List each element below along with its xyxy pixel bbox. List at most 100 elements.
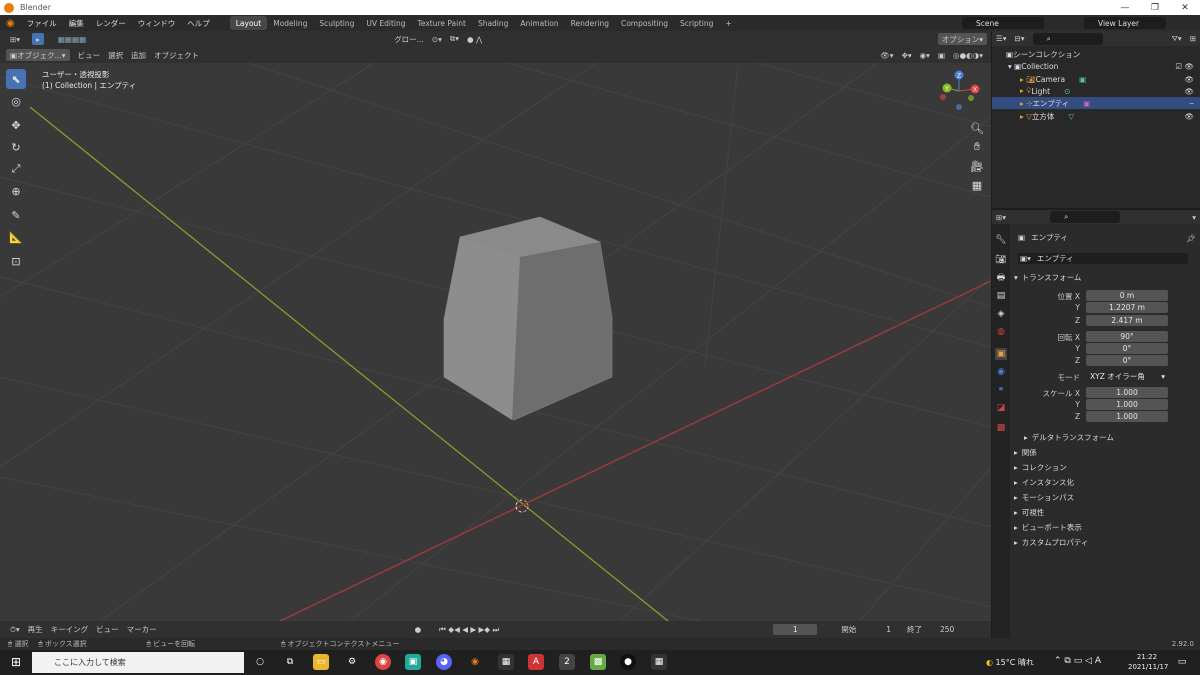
tab-rendering[interactable]: Rendering	[565, 16, 615, 30]
camera-view-icon[interactable]: 🎥︎	[968, 157, 986, 175]
panel-relations[interactable]: ▸ 関係	[1014, 447, 1037, 458]
mode-dropdown[interactable]: ▣ オブジェク... ▾	[6, 49, 70, 61]
scale-tool-icon[interactable]: ⤢	[6, 159, 26, 179]
cursor-tool-icon[interactable]: ◎	[6, 91, 26, 111]
blender-taskbar-icon[interactable]: ◉	[467, 654, 483, 670]
scene-selector[interactable]: Scene	[962, 17, 1044, 29]
options-dropdown[interactable]: オプション ▾	[937, 33, 987, 45]
visibility-icon[interactable]: 👁▾	[876, 49, 897, 61]
end-frame-value[interactable]: 250	[936, 624, 958, 636]
texture-tab-icon[interactable]: ▩	[995, 422, 1007, 434]
panel-collections[interactable]: ▸ コレクション	[1014, 462, 1067, 473]
pan-icon[interactable]: ✋︎	[968, 138, 986, 156]
properties-options-icon[interactable]: ▾	[1188, 211, 1200, 223]
outliner-item-cube[interactable]: ▸ ▽ 立方体 ▽ 👁︎	[992, 110, 1200, 122]
cortana-icon[interactable]: ○	[252, 654, 268, 670]
file-explorer-icon[interactable]: ▭	[313, 654, 329, 670]
object-data-field[interactable]: ▣▾ エンプティ	[1018, 253, 1188, 264]
menu-help[interactable]: ヘルプ	[181, 15, 216, 31]
tab-layout[interactable]: Layout	[229, 16, 268, 30]
panel-instancing[interactable]: ▸ インスタンス化	[1014, 477, 1074, 488]
rotation-x-field[interactable]: 90°	[1086, 331, 1168, 342]
tab-shading[interactable]: Shading	[472, 16, 514, 30]
tool-tab-icon[interactable]: 🔧︎	[995, 234, 1007, 246]
select-tool-icon[interactable]: ⬉	[6, 69, 26, 89]
proportional-edit-icon[interactable]: ● ⋀	[463, 33, 486, 45]
panel-custom-properties[interactable]: ▸ カスタムプロパティ	[1014, 537, 1088, 548]
outliner-search[interactable]: ⌕	[1032, 32, 1103, 45]
collection-row[interactable]: ▾ ▣ Collection ☑ 👁︎	[992, 60, 1200, 72]
viewport-menu-object[interactable]: オブジェクト	[150, 49, 203, 61]
app-icon-green[interactable]: ▣	[405, 654, 421, 670]
transform-panel-header[interactable]: ▾ トランスフォーム	[1014, 272, 1081, 283]
blender-menu-icon[interactable]: ◉	[0, 15, 21, 31]
minimize-button[interactable]: —	[1110, 0, 1140, 15]
outliner-display-mode-icon[interactable]: ⊟▾	[1011, 33, 1029, 45]
scale-z-field[interactable]: 1.000	[1086, 411, 1168, 422]
output-tab-icon[interactable]: 🖶︎	[995, 272, 1007, 284]
start-frame-value[interactable]: 1	[882, 624, 895, 636]
viewport-menu-add[interactable]: 追加	[127, 49, 150, 61]
clock[interactable]: 21:22 2021/11/17	[1128, 652, 1168, 672]
rotation-z-field[interactable]: 0°	[1086, 355, 1168, 366]
render-tab-icon[interactable]: 📷︎	[995, 254, 1007, 266]
timeline-marker[interactable]: マーカー	[123, 624, 161, 636]
app-icon-round[interactable]: ●	[620, 654, 636, 670]
delta-transform-panel[interactable]: ▸ デルタトランスフォーム	[1024, 432, 1114, 443]
viewport-menu-view[interactable]: ビュー	[74, 49, 105, 61]
rotation-y-field[interactable]: 0°	[1086, 343, 1168, 354]
tab-uv-editing[interactable]: UV Editing	[360, 16, 411, 30]
menu-render[interactable]: レンダー	[90, 15, 132, 31]
taskbar-search-input[interactable]: ここに入力して検索	[32, 652, 244, 673]
playback-controls[interactable]: ⏮ ◆◀ ◀ ▶ ▶◆ ⏭	[435, 624, 503, 636]
system-tray-icons[interactable]: ⌃ ⧉ ▭ ◁ A	[1054, 656, 1101, 666]
tab-scripting[interactable]: Scripting	[674, 16, 719, 30]
app-icon-dark[interactable]: ▦	[498, 654, 514, 670]
location-x-field[interactable]: 0 m	[1086, 290, 1168, 301]
properties-search[interactable]: ⌕	[1050, 211, 1121, 223]
task-view-icon[interactable]: ⧉	[282, 654, 298, 670]
menu-file[interactable]: ファイル	[21, 15, 63, 31]
angular-icon[interactable]: A	[528, 654, 544, 670]
gizmo-toggle-icon[interactable]: ✥▾	[898, 49, 916, 61]
current-frame-field[interactable]: 1	[773, 624, 818, 635]
add-cube-tool-icon[interactable]: ⊡	[6, 251, 26, 271]
app-icon-2[interactable]: 2	[559, 654, 575, 670]
windows-start-icon[interactable]: ⊞	[8, 654, 24, 670]
transform-orientation-dropdown[interactable]: グロー...	[390, 33, 428, 45]
tab-texture-paint[interactable]: Texture Paint	[412, 16, 472, 30]
add-workspace-button[interactable]: +	[719, 16, 737, 30]
snap-icon[interactable]: ⧉▾	[446, 33, 463, 45]
navigation-gizmo[interactable]: Z X Y	[938, 69, 988, 119]
close-button[interactable]: ✕	[1170, 0, 1200, 15]
transform-tool-icon[interactable]: ⊕	[6, 181, 26, 201]
panel-motion-paths[interactable]: ▸ モーションパス	[1014, 492, 1074, 503]
panel-visibility[interactable]: ▸ 可視性	[1014, 507, 1044, 518]
record-button[interactable]: ●	[411, 624, 426, 636]
minecraft-icon[interactable]: ▩	[590, 654, 606, 670]
timeline-keying[interactable]: キーイング	[47, 624, 93, 636]
scene-collection-row[interactable]: ▣ シーンコレクション	[992, 48, 1200, 60]
timeline-editor-icon[interactable]: ⏱▾	[6, 624, 24, 636]
pin-icon[interactable]: 📌︎	[1182, 232, 1200, 244]
overlay-toggle-icon[interactable]: ◉▾	[916, 49, 934, 61]
editor-type-icon[interactable]: ⊞▾	[6, 33, 24, 45]
outliner-item-light[interactable]: ▸ 💡︎ Light ⊙ 👁︎	[992, 85, 1200, 97]
ortho-toggle-icon[interactable]: ▦	[968, 176, 986, 194]
menu-window[interactable]: ウィンドウ	[132, 15, 182, 31]
3d-viewport[interactable]: ▣ オブジェク... ▾ ビュー 選択 追加 オブジェクト 👁▾ ✥▾ ◉▾ ▣ …	[0, 47, 991, 621]
measure-tool-icon[interactable]: 📐	[6, 227, 26, 247]
location-z-field[interactable]: 2.417 m	[1086, 315, 1168, 326]
view-layer-selector[interactable]: View Layer	[1084, 17, 1166, 29]
maximize-button[interactable]: ❐	[1140, 0, 1170, 15]
notification-icon[interactable]: ▭	[1174, 654, 1190, 670]
annotate-tool-icon[interactable]: ✎	[6, 205, 26, 225]
pivot-icon[interactable]: ⊙▾	[428, 33, 446, 45]
menu-edit[interactable]: 編集	[63, 15, 90, 31]
tab-animation[interactable]: Animation	[514, 16, 564, 30]
rotate-tool-icon[interactable]: ↻	[6, 137, 26, 157]
filter-icon[interactable]: ⛛▾	[1168, 33, 1186, 45]
xray-toggle-icon[interactable]: ▣	[934, 49, 949, 61]
shading-mode-icons[interactable]: ◎●◐◑▾	[949, 49, 987, 61]
viewport-menu-select[interactable]: 選択	[104, 49, 127, 61]
